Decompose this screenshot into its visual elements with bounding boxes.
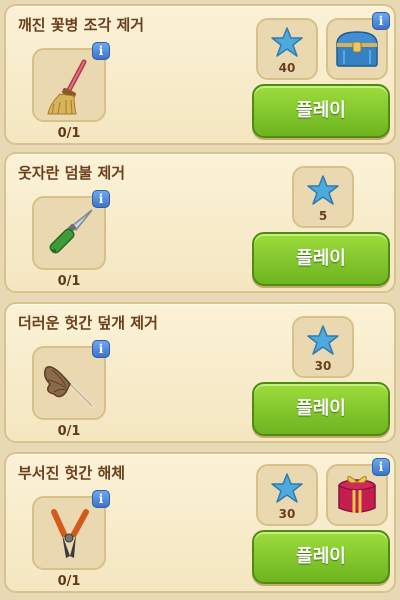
reward-stars-count: 5 bbox=[318, 209, 328, 223]
reward-stars-count: 40 bbox=[278, 61, 296, 75]
quest-progress: 0/1 bbox=[57, 274, 81, 289]
reward-stars-count: 30 bbox=[314, 359, 332, 373]
reward-stars-count: 30 bbox=[278, 507, 296, 521]
quest-card-1: 깨진 꽃병 조각 제거 i 0/1 40 i 플레이 bbox=[4, 4, 396, 145]
reward-stars-slot: 5 bbox=[292, 166, 354, 228]
play-button[interactable]: 플레이 bbox=[252, 84, 390, 138]
bolt-cutter-icon bbox=[51, 509, 89, 558]
star-icon bbox=[307, 175, 339, 205]
info-icon[interactable]: i bbox=[92, 42, 110, 60]
feather-duster-icon bbox=[43, 366, 95, 409]
play-button[interactable]: 플레이 bbox=[252, 382, 390, 436]
star-icon bbox=[307, 325, 339, 355]
info-icon[interactable]: i bbox=[372, 458, 390, 476]
quest-progress: 0/1 bbox=[57, 574, 81, 589]
info-icon[interactable]: i bbox=[92, 490, 110, 508]
quest-title: 부서진 헛간 해체 bbox=[18, 464, 126, 482]
info-icon[interactable]: i bbox=[92, 190, 110, 208]
knife-icon bbox=[49, 209, 93, 254]
star-icon bbox=[271, 473, 303, 503]
quest-title: 웃자란 덤불 제거 bbox=[18, 164, 126, 182]
broom-icon bbox=[47, 59, 87, 115]
quest-card-4: 부서진 헛간 해체 i 0/1 30 i 플레이 bbox=[4, 452, 396, 593]
reward-stars-slot: 30 bbox=[292, 316, 354, 378]
quest-title: 더러운 헛간 덮개 제거 bbox=[18, 314, 158, 332]
info-icon[interactable]: i bbox=[372, 12, 390, 30]
quest-progress: 0/1 bbox=[57, 126, 81, 141]
gift-box-icon bbox=[338, 476, 376, 513]
quest-progress: 0/1 bbox=[57, 424, 81, 439]
reward-stars-slot: 30 bbox=[256, 464, 318, 526]
star-icon bbox=[271, 27, 303, 57]
quest-card-3: 더러운 헛간 덮개 제거 i 0/1 30 플레이 bbox=[4, 302, 396, 443]
blue-chest-icon bbox=[336, 31, 378, 67]
reward-stars-slot: 40 bbox=[256, 18, 318, 80]
quest-card-2: 웃자란 덤불 제거 i 0/1 5 플레이 bbox=[4, 152, 396, 293]
quest-title: 깨진 꽃병 조각 제거 bbox=[18, 16, 145, 34]
play-button[interactable]: 플레이 bbox=[252, 232, 390, 286]
info-icon[interactable]: i bbox=[92, 340, 110, 358]
play-button[interactable]: 플레이 bbox=[252, 530, 390, 584]
